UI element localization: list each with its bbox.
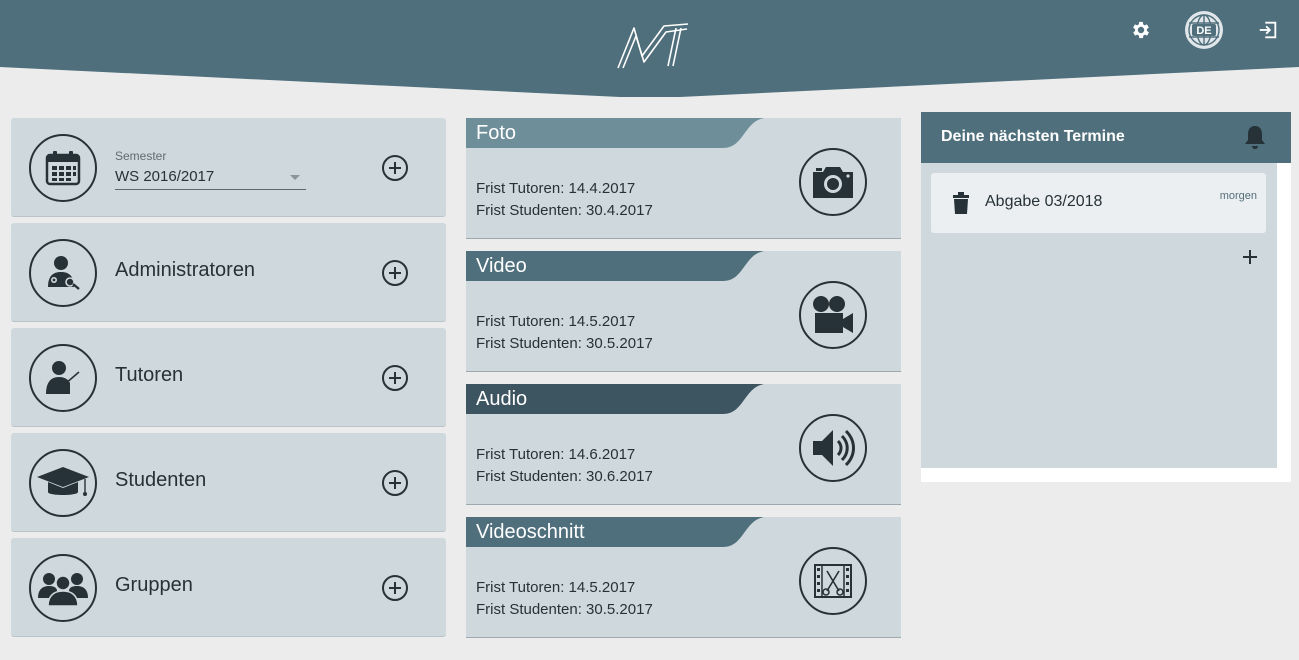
groups-card[interactable]: Gruppen <box>11 538 446 637</box>
language-globe-icon: DE <box>1185 11 1223 49</box>
appointment-item[interactable]: Abgabe 03/2018 morgen <box>931 173 1266 233</box>
foto-icon-circle[interactable] <box>799 148 867 216</box>
tutor-deadline: Frist Tutoren: 14.5.2017 <box>476 579 636 596</box>
trash-icon[interactable] <box>951 192 971 214</box>
bell-icon[interactable] <box>1243 124 1267 150</box>
camera-icon <box>813 167 853 198</box>
module-card-audio[interactable]: Audio Frist Tutoren: 14.6.2017 Frist Stu… <box>466 384 901 505</box>
add-tutor-button[interactable] <box>381 364 409 392</box>
students-card[interactable]: Studenten <box>11 433 446 532</box>
administrators-label: Administratoren <box>115 259 256 281</box>
appointments-list: Abgabe 03/2018 morgen <box>921 163 1277 468</box>
add-student-button[interactable] <box>381 469 409 497</box>
semester-label: Semester <box>115 149 167 163</box>
semester-card: Semester WS 2016/2017 <box>11 118 446 217</box>
tutors-card[interactable]: Tutoren <box>11 328 446 427</box>
module-title: Audio <box>476 388 528 410</box>
graduation-cap-icon <box>37 467 89 496</box>
student-deadline: Frist Studenten: 30.5.2017 <box>476 335 653 352</box>
semester-select[interactable]: WS 2016/2017 <box>115 166 306 190</box>
app-header: DE <box>0 0 1299 98</box>
groups-icon-circle <box>29 554 97 622</box>
module-card-videoschnitt[interactable]: Videoschnitt Frist Tutoren: 14.5.2017 Fr… <box>466 517 901 638</box>
videoschnitt-icon-circle[interactable] <box>799 547 867 615</box>
students-icon-circle <box>29 449 97 517</box>
tutor-deadline: Frist Tutoren: 14.4.2017 <box>476 180 636 197</box>
module-card-video[interactable]: Video Frist Tutoren: 14.5.2017 Frist Stu… <box>466 251 901 372</box>
add-administrator-button[interactable] <box>381 259 409 287</box>
admin-icon-circle <box>29 239 97 307</box>
tutors-icon-circle <box>29 344 97 412</box>
module-title: Video <box>476 255 527 277</box>
logout-icon <box>1259 21 1277 39</box>
appointments-panel: Deine nächsten Termine Abgabe 03/2018 mo… <box>921 112 1291 482</box>
admin-user-icon <box>48 256 80 290</box>
module-title: Videoschnitt <box>476 521 585 543</box>
add-group-button[interactable] <box>381 574 409 602</box>
student-deadline: Frist Studenten: 30.5.2017 <box>476 601 653 618</box>
group-icon <box>38 573 88 607</box>
tutor-deadline: Frist Tutoren: 14.6.2017 <box>476 446 636 463</box>
module-card-foto[interactable]: Foto Frist Tutoren: 14.4.2017 Frist Stud… <box>466 118 901 239</box>
add-appointment-button[interactable] <box>1241 248 1259 266</box>
calendar-icon <box>45 151 81 186</box>
audio-icon-circle[interactable] <box>799 414 867 482</box>
language-button[interactable]: DE <box>1183 10 1225 50</box>
appointments-title: Deine nächsten Termine <box>941 128 1125 145</box>
gear-icon <box>1133 21 1149 39</box>
chevron-down-icon <box>290 175 300 180</box>
tutor-deadline: Frist Tutoren: 14.5.2017 <box>476 313 636 330</box>
video-icon-circle[interactable] <box>799 281 867 349</box>
module-title: Foto <box>476 122 517 144</box>
student-deadline: Frist Studenten: 30.4.2017 <box>476 202 653 219</box>
student-deadline: Frist Studenten: 30.6.2017 <box>476 468 653 485</box>
app-logo[interactable] <box>612 18 692 72</box>
video-camera-icon <box>813 296 853 333</box>
logout-button[interactable] <box>1247 10 1289 50</box>
appointment-when: morgen <box>1219 190 1257 202</box>
tutors-label: Tutoren <box>115 364 184 386</box>
settings-button[interactable] <box>1120 10 1162 50</box>
students-label: Studenten <box>115 469 207 491</box>
speaker-icon <box>813 429 855 467</box>
groups-label: Gruppen <box>115 574 193 596</box>
appointments-header: Deine nächsten Termine <box>921 112 1291 163</box>
admin-card[interactable]: Administratoren <box>11 223 446 322</box>
appointment-title: Abgabe 03/2018 <box>985 193 1103 210</box>
language-badge: DE <box>1196 25 1211 37</box>
semester-value: WS 2016/2017 <box>115 168 215 185</box>
film-cut-icon <box>814 564 852 598</box>
add-semester-button[interactable] <box>381 154 409 182</box>
semester-icon-circle <box>29 134 97 202</box>
tutor-icon <box>46 361 80 394</box>
